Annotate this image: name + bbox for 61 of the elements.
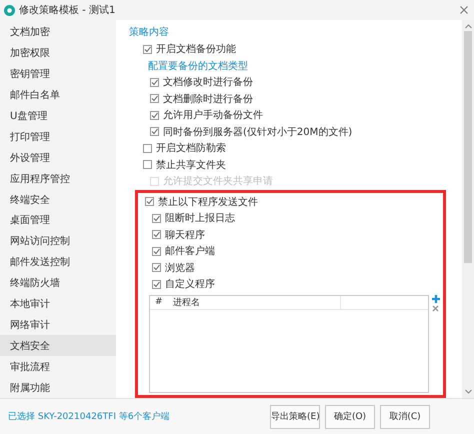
option-label: 开启文档防勒索 xyxy=(156,142,226,156)
dialog-button[interactable]: 取消(C) xyxy=(380,404,430,428)
option-label: 阻断时上报日志 xyxy=(165,212,235,226)
sidebar-item[interactable]: 外设管理 xyxy=(0,147,116,168)
checkbox[interactable] xyxy=(152,280,161,289)
option-label: 文档删除时进行备份 xyxy=(163,92,253,106)
sidebar-item[interactable]: 审批流程 xyxy=(0,356,116,378)
scroll-up-icon[interactable] xyxy=(464,24,472,29)
checkbox[interactable] xyxy=(150,110,159,120)
close-icon[interactable] xyxy=(460,6,468,14)
dialog-button[interactable]: 确定(O) xyxy=(325,404,375,428)
checkbox[interactable] xyxy=(152,246,161,256)
sidebar-item[interactable]: 打印管理 xyxy=(0,126,116,148)
sidebar-item[interactable]: 桌面管理 xyxy=(0,210,116,231)
checkbox[interactable] xyxy=(143,44,152,54)
column-header: # xyxy=(154,296,164,308)
scrollbar[interactable] xyxy=(462,20,474,398)
option-label: 允许用户手动备份文件 xyxy=(163,108,263,122)
section-heading: 策略内容 xyxy=(129,26,170,40)
checkbox[interactable] xyxy=(152,263,161,272)
sidebar-item[interactable]: 邮件白名单 xyxy=(0,84,116,106)
checkbox[interactable] xyxy=(152,214,161,223)
scroll-down-icon[interactable] xyxy=(464,389,472,394)
app-logo-icon xyxy=(4,4,15,16)
option-label: 聊天程序 xyxy=(165,228,205,242)
option-label: 禁止共享文件夹 xyxy=(156,158,226,172)
sidebar-item[interactable]: 终端防火墙 xyxy=(0,272,116,294)
option-label: 允许提交文件夹共享申请 xyxy=(163,174,273,188)
checkbox[interactable] xyxy=(152,230,161,240)
option-label: 禁止以下程序发送文件 xyxy=(158,196,258,209)
checkbox[interactable] xyxy=(150,78,159,87)
checkbox[interactable] xyxy=(145,197,154,206)
sidebar-item[interactable]: 加密权限 xyxy=(0,42,116,64)
checkbox[interactable] xyxy=(143,160,152,170)
column-header: 进程名 xyxy=(172,296,201,308)
selection-status: 已选择 SKY-20210426TFI 等6个客户端 xyxy=(8,410,171,423)
checkbox[interactable] xyxy=(150,94,159,104)
option-label: 浏览器 xyxy=(165,262,195,275)
sidebar-item[interactable]: 密钥管理 xyxy=(0,64,116,85)
option-label: 文档修改时进行备份 xyxy=(163,76,253,90)
option-label: 邮件客户端 xyxy=(165,244,215,258)
sidebar-item[interactable]: 网络审计 xyxy=(0,314,116,336)
sidebar-item[interactable]: 邮件发送控制 xyxy=(0,252,116,273)
add-icon[interactable] xyxy=(432,294,440,302)
sidebar-item[interactable]: 文档安全 xyxy=(0,335,116,356)
option-label: 开启文档备份功能 xyxy=(156,42,236,56)
dialog-button[interactable]: 导出策略(E) xyxy=(270,404,320,428)
sidebar-item[interactable]: 文档加密 xyxy=(0,22,116,43)
sidebar-item[interactable]: 终端安全 xyxy=(0,189,116,210)
sidebar-item[interactable]: U盘管理 xyxy=(0,106,116,126)
sidebar-item[interactable]: 本地审计 xyxy=(0,294,116,314)
sidebar-item[interactable]: 网站访问控制 xyxy=(0,230,116,252)
checkbox[interactable] xyxy=(143,144,152,153)
sidebar-item[interactable]: 应用程序管控 xyxy=(0,168,116,190)
config-link[interactable]: 配置要备份的文档类型 xyxy=(148,58,248,73)
option-label: 同时备份到服务器(仅针对小于20M的文件) xyxy=(163,126,352,139)
checkbox[interactable] xyxy=(150,127,159,136)
delete-icon[interactable] xyxy=(432,304,439,312)
window-title: 修改策略模板 - 测试1 xyxy=(19,4,116,17)
option-label: 自定义程序 xyxy=(165,278,215,292)
sidebar-item[interactable]: 附属功能 xyxy=(0,377,116,398)
